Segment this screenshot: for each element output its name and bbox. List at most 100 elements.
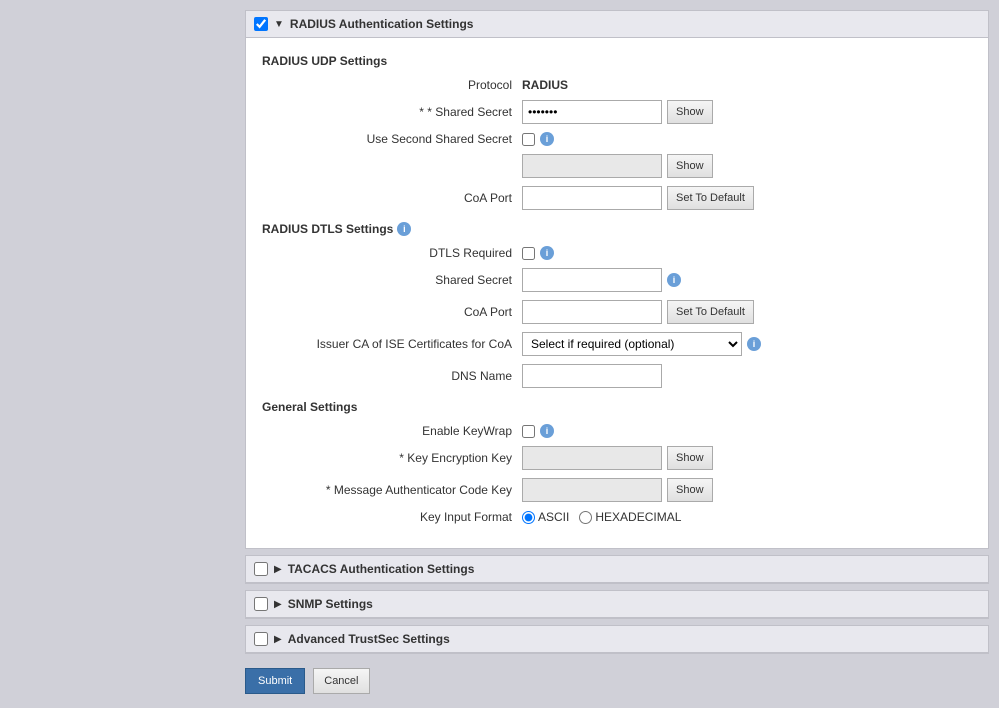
- second-shared-secret-control: Show: [522, 154, 713, 178]
- snmp-collapse-arrow[interactable]: ▶: [274, 599, 282, 610]
- mac-key-input[interactable]: [522, 478, 662, 502]
- radius-section-content: RADIUS UDP Settings Protocol RADIUS * * …: [246, 38, 988, 548]
- udp-settings-title: RADIUS UDP Settings: [262, 54, 972, 68]
- shared-secret-row: * * Shared Secret Show: [262, 100, 972, 124]
- dtls-required-info-icon[interactable]: i: [540, 246, 554, 260]
- mac-key-show-button[interactable]: Show: [667, 478, 713, 502]
- second-shared-secret-show-button[interactable]: Show: [667, 154, 713, 178]
- dtls-coa-port-control: 2083 Set To Default: [522, 300, 754, 324]
- use-second-shared-secret-row: Use Second Shared Secret i: [262, 132, 972, 146]
- dtls-coa-port-input[interactable]: 2083: [522, 300, 662, 324]
- kek-show-button[interactable]: Show: [667, 446, 713, 470]
- radius-section-title: RADIUS Authentication Settings: [290, 17, 474, 31]
- format-ascii-text: ASCII: [538, 510, 569, 524]
- protocol-value: RADIUS: [522, 78, 568, 92]
- radius-section-checkbox[interactable]: [254, 17, 268, 31]
- dns-name-label: DNS Name: [262, 369, 522, 383]
- use-second-control: i: [522, 132, 554, 146]
- dtls-coa-port-label: CoA Port: [262, 305, 522, 319]
- dns-name-control: [522, 364, 662, 388]
- general-settings-title: General Settings: [262, 400, 972, 414]
- dtls-shared-secret-label: Shared Secret: [262, 273, 522, 287]
- key-format-row: Key Input Format ASCII HEXADECIMAL: [262, 510, 972, 524]
- use-second-info-icon[interactable]: i: [540, 132, 554, 146]
- tacacs-section-title: TACACS Authentication Settings: [288, 562, 475, 576]
- coa-port-input[interactable]: 1700: [522, 186, 662, 210]
- second-shared-secret-row: Show: [262, 154, 972, 178]
- keywrap-info-icon[interactable]: i: [540, 424, 554, 438]
- dtls-required-control: i: [522, 246, 554, 260]
- format-hex-text: HEXADECIMAL: [595, 510, 681, 524]
- trustsec-section-title: Advanced TrustSec Settings: [288, 632, 450, 646]
- radius-collapse-arrow[interactable]: ▼: [274, 19, 284, 30]
- coa-port-set-default-button[interactable]: Set To Default: [667, 186, 754, 210]
- dtls-coa-port-row: CoA Port 2083 Set To Default: [262, 300, 972, 324]
- snmp-section: ▶ SNMP Settings: [245, 590, 989, 619]
- protocol-label: Protocol: [262, 78, 522, 92]
- snmp-section-checkbox[interactable]: [254, 597, 268, 611]
- coa-port-label: CoA Port: [262, 191, 522, 205]
- main-content: ▼ RADIUS Authentication Settings RADIUS …: [245, 0, 999, 708]
- issuer-ca-control: Select if required (optional) i: [522, 332, 761, 356]
- trustsec-collapse-arrow[interactable]: ▶: [274, 634, 282, 645]
- dtls-shared-secret-row: Shared Secret radius/dtls i: [262, 268, 972, 292]
- enable-keywrap-checkbox[interactable]: [522, 425, 535, 438]
- issuer-ca-select[interactable]: Select if required (optional): [522, 332, 742, 356]
- coa-port-control: 1700 Set To Default: [522, 186, 754, 210]
- radius-section-header: ▼ RADIUS Authentication Settings: [246, 11, 988, 38]
- key-format-control: ASCII HEXADECIMAL: [522, 510, 681, 524]
- shared-secret-label: * * Shared Secret: [262, 105, 522, 119]
- mac-key-control: Show: [522, 478, 713, 502]
- tacacs-section-checkbox[interactable]: [254, 562, 268, 576]
- issuer-ca-row: Issuer CA of ISE Certificates for CoA Se…: [262, 332, 972, 356]
- enable-keywrap-control: i: [522, 424, 554, 438]
- dns-name-row: DNS Name: [262, 364, 972, 388]
- snmp-section-header: ▶ SNMP Settings: [246, 591, 988, 618]
- submit-button[interactable]: Submit: [245, 668, 305, 694]
- cancel-button[interactable]: Cancel: [313, 668, 369, 694]
- dtls-settings-info-icon[interactable]: i: [397, 222, 411, 236]
- protocol-row: Protocol RADIUS: [262, 78, 972, 92]
- dns-name-input[interactable]: [522, 364, 662, 388]
- use-second-checkbox[interactable]: [522, 133, 535, 146]
- dtls-settings-title: RADIUS DTLS Settings i: [262, 222, 972, 236]
- format-hex-label[interactable]: HEXADECIMAL: [579, 510, 681, 524]
- dtls-coa-set-default-button[interactable]: Set To Default: [667, 300, 754, 324]
- tacacs-collapse-arrow[interactable]: ▶: [274, 564, 282, 575]
- dtls-required-row: DTLS Required i: [262, 246, 972, 260]
- kek-label: * Key Encryption Key: [262, 451, 522, 465]
- kek-control: Show: [522, 446, 713, 470]
- issuer-ca-label: Issuer CA of ISE Certificates for CoA: [262, 337, 522, 351]
- tacacs-section-header: ▶ TACACS Authentication Settings: [246, 556, 988, 583]
- coa-port-row: CoA Port 1700 Set To Default: [262, 186, 972, 210]
- format-hex-radio[interactable]: [579, 511, 592, 524]
- kek-row: * Key Encryption Key Show: [262, 446, 972, 470]
- bottom-actions: Submit Cancel: [245, 660, 989, 698]
- sidebar: [0, 0, 245, 708]
- radius-section: ▼ RADIUS Authentication Settings RADIUS …: [245, 10, 989, 549]
- use-second-label: Use Second Shared Secret: [262, 132, 522, 146]
- mac-key-row: * Message Authenticator Code Key Show: [262, 478, 972, 502]
- second-shared-secret-input[interactable]: [522, 154, 662, 178]
- format-ascii-radio[interactable]: [522, 511, 535, 524]
- shared-secret-show-button[interactable]: Show: [667, 100, 713, 124]
- dtls-required-checkbox[interactable]: [522, 247, 535, 260]
- protocol-value-container: RADIUS: [522, 78, 568, 92]
- mac-key-label: * Message Authenticator Code Key: [262, 483, 522, 497]
- trustsec-section: ▶ Advanced TrustSec Settings: [245, 625, 989, 654]
- shared-secret-input[interactable]: [522, 100, 662, 124]
- tacacs-section: ▶ TACACS Authentication Settings: [245, 555, 989, 584]
- issuer-ca-info-icon[interactable]: i: [747, 337, 761, 351]
- enable-keywrap-row: Enable KeyWrap i: [262, 424, 972, 438]
- dtls-shared-secret-input[interactable]: radius/dtls: [522, 268, 662, 292]
- shared-secret-control: Show: [522, 100, 713, 124]
- kek-input[interactable]: [522, 446, 662, 470]
- trustsec-section-header: ▶ Advanced TrustSec Settings: [246, 626, 988, 653]
- trustsec-section-checkbox[interactable]: [254, 632, 268, 646]
- dtls-shared-secret-info-icon[interactable]: i: [667, 273, 681, 287]
- enable-keywrap-label: Enable KeyWrap: [262, 424, 522, 438]
- snmp-section-title: SNMP Settings: [288, 597, 373, 611]
- dtls-shared-secret-control: radius/dtls i: [522, 268, 681, 292]
- format-ascii-label[interactable]: ASCII: [522, 510, 569, 524]
- key-format-label: Key Input Format: [262, 510, 522, 524]
